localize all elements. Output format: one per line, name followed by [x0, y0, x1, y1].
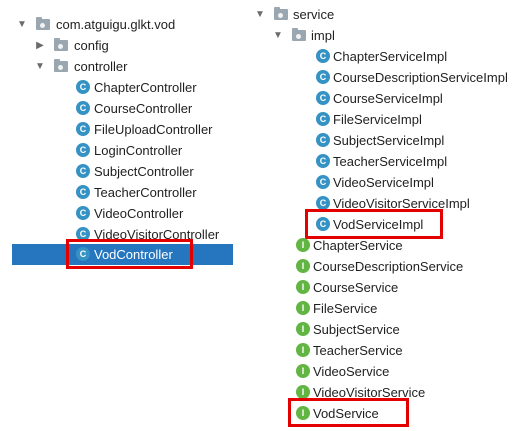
tree-item-interface[interactable]: I TeacherService — [296, 340, 506, 361]
class-icon: C — [316, 175, 330, 189]
interface-icon: I — [296, 238, 310, 252]
tree-item-class[interactable]: C VideoServiceImpl — [316, 172, 516, 193]
tree-item-class[interactable]: C FileServiceImpl — [316, 109, 516, 130]
class-icon: C — [76, 143, 90, 157]
annotation-highlight-box — [66, 239, 193, 269]
chevron-down-icon[interactable]: ▼ — [272, 25, 284, 46]
tree-item-interface[interactable]: I FileService — [296, 298, 506, 319]
class-icon: C — [76, 122, 90, 136]
class-icon: C — [316, 112, 330, 126]
class-label: VideoController — [94, 206, 184, 221]
interface-label: FileService — [313, 301, 378, 316]
tree-node-controller[interactable]: ▼ controller — [34, 56, 234, 77]
tree-item-interface[interactable]: I SubjectService — [296, 319, 506, 340]
annotation-highlight-box — [288, 398, 409, 427]
class-icon: C — [76, 185, 90, 199]
interface-icon: I — [296, 364, 310, 378]
interface-icon: I — [296, 343, 310, 357]
tree-item-class[interactable]: C SubjectController — [76, 161, 236, 182]
tree-item-interface[interactable]: I VideoService — [296, 361, 506, 382]
tree-item-class[interactable]: C VideoController — [76, 203, 236, 224]
class-icon: C — [316, 91, 330, 105]
chevron-right-icon[interactable]: ▶ — [34, 35, 46, 56]
tree-node-impl[interactable]: ▼ impl — [272, 25, 472, 46]
tree-item-class[interactable]: C ChapterServiceImpl — [316, 46, 516, 67]
interface-icon: I — [296, 301, 310, 315]
interface-icon: I — [296, 259, 310, 273]
class-label: TeacherServiceImpl — [333, 154, 448, 169]
class-label: TeacherController — [94, 185, 197, 200]
class-label: LoginController — [94, 143, 183, 158]
interface-label: ChapterService — [313, 238, 403, 253]
class-icon: C — [316, 133, 330, 147]
class-icon: C — [316, 70, 330, 84]
tree-item-class[interactable]: C FileUploadController — [76, 119, 236, 140]
chevron-down-icon[interactable]: ▼ — [34, 56, 46, 77]
class-label: CourseController — [94, 101, 193, 116]
chevron-down-icon[interactable]: ▼ — [254, 4, 266, 25]
class-label: FileServiceImpl — [333, 112, 422, 127]
tree-item-class[interactable]: C CourseDescriptionServiceImpl — [316, 67, 516, 88]
interface-icon: I — [296, 385, 310, 399]
interface-label: VideoService — [313, 364, 390, 379]
class-icon: C — [76, 164, 90, 178]
tree-node-root-package[interactable]: ▼ com.atguigu.glkt.vod — [16, 14, 236, 35]
tree-item-class[interactable]: C TeacherServiceImpl — [316, 151, 516, 172]
package-folder-icon — [54, 59, 68, 72]
package-folder-icon — [36, 17, 50, 30]
tree-item-class[interactable]: C CourseController — [76, 98, 236, 119]
tree-item-interface[interactable]: I ChapterService — [296, 235, 506, 256]
class-label: VideoServiceImpl — [333, 175, 434, 190]
interface-label: CourseService — [313, 280, 399, 295]
interface-label: SubjectService — [313, 322, 400, 337]
tree-node-service[interactable]: ▼ service — [254, 4, 454, 25]
package-folder-icon — [292, 28, 306, 41]
tree-item-class[interactable]: C LoginController — [76, 140, 236, 161]
interface-label: CourseDescriptionService — [313, 259, 464, 274]
tree-item-class[interactable]: C ChapterController — [76, 77, 236, 98]
tree-node-config[interactable]: ▶ config — [34, 35, 234, 56]
tree-item-interface[interactable]: I CourseDescriptionService — [296, 256, 506, 277]
class-icon: C — [316, 49, 330, 63]
class-label: ChapterController — [94, 80, 197, 95]
controller-label: controller — [74, 59, 128, 74]
class-label: SubjectController — [94, 164, 194, 179]
class-icon: C — [76, 80, 90, 94]
impl-label: impl — [311, 28, 335, 43]
class-label: ChapterServiceImpl — [333, 49, 448, 64]
root-package-label: com.atguigu.glkt.vod — [56, 17, 176, 32]
tree-item-interface[interactable]: I CourseService — [296, 277, 506, 298]
service-label: service — [293, 7, 335, 22]
class-icon: C — [316, 154, 330, 168]
config-label: config — [74, 38, 109, 53]
class-label: CourseDescriptionServiceImpl — [333, 70, 508, 85]
tree-item-class[interactable]: C TeacherController — [76, 182, 236, 203]
class-label: SubjectServiceImpl — [333, 133, 445, 148]
chevron-down-icon[interactable]: ▼ — [16, 14, 28, 35]
tree-item-class[interactable]: C SubjectServiceImpl — [316, 130, 516, 151]
package-folder-icon — [274, 7, 288, 20]
class-label: FileUploadController — [94, 122, 213, 137]
class-icon: C — [76, 101, 90, 115]
class-label: CourseServiceImpl — [333, 91, 443, 106]
class-icon: C — [76, 206, 90, 220]
interface-icon: I — [296, 280, 310, 294]
tree-item-class[interactable]: C CourseServiceImpl — [316, 88, 516, 109]
interface-label: TeacherService — [313, 343, 403, 358]
interface-icon: I — [296, 322, 310, 336]
class-icon: C — [316, 196, 330, 210]
package-folder-icon — [54, 38, 68, 51]
